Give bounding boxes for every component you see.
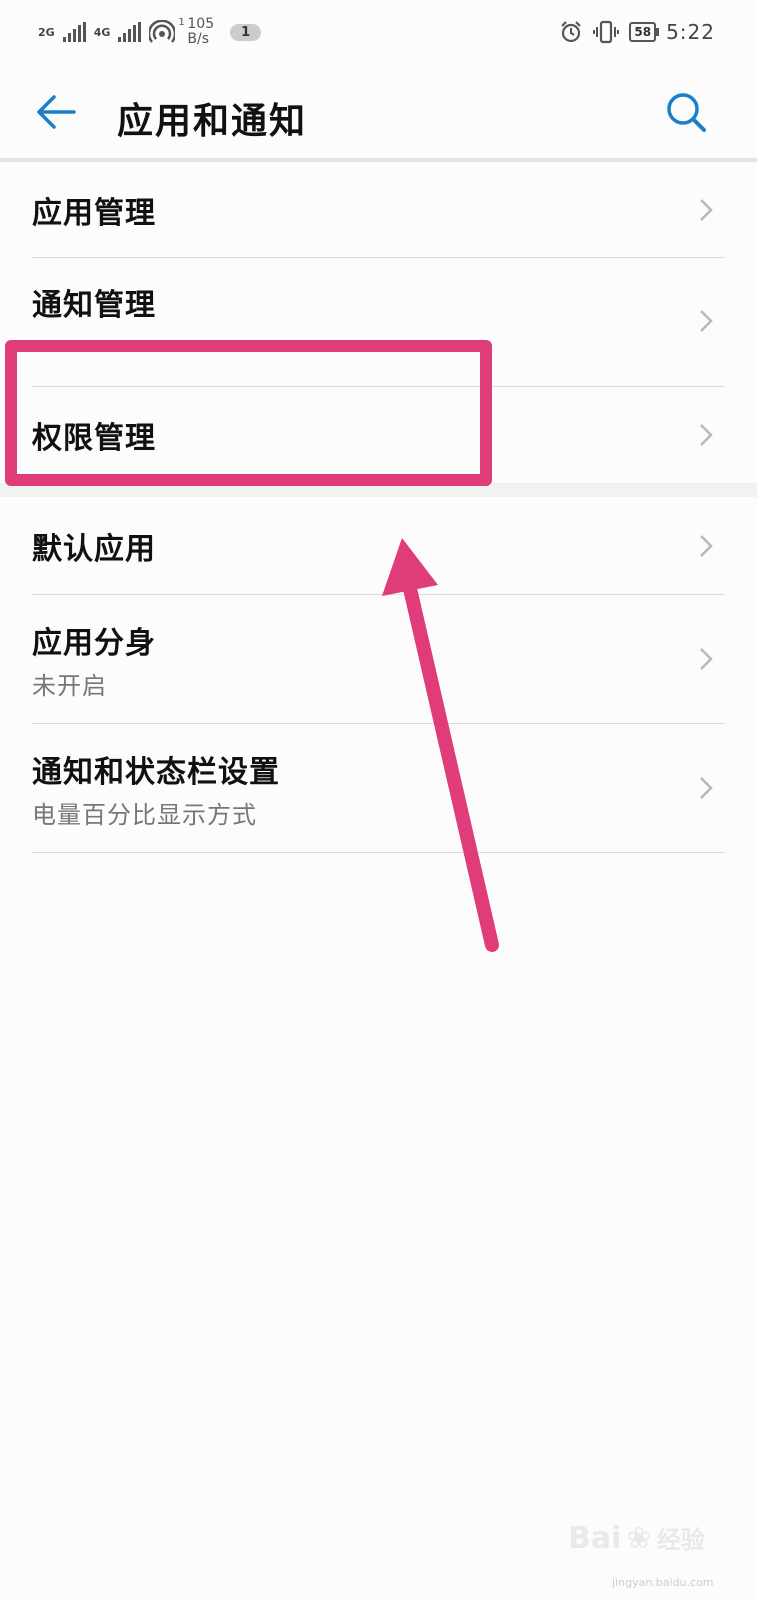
notification-badge: 1 <box>230 23 262 41</box>
page-title: 应用和通知 <box>117 101 308 142</box>
chevron-right-icon <box>700 310 713 332</box>
list-item-app-management[interactable]: 应用管理 <box>32 162 725 258</box>
item-text: 通知和状态栏设置 电量百分比显示方式 <box>32 747 280 830</box>
search-button[interactable] <box>664 90 708 134</box>
item-label: 默认应用 <box>32 531 156 567</box>
network-speed: 1 105 B/s <box>178 16 215 47</box>
item-label: 通知和状态栏设置 <box>32 754 280 790</box>
hotspot-icon <box>149 20 176 43</box>
status-bar-right: 58 5:22 <box>559 20 757 44</box>
chevron-right-icon <box>700 198 713 221</box>
item-label: 通知管理 <box>32 288 156 323</box>
battery-icon: 58 <box>629 22 659 42</box>
signal-strength-icon <box>62 22 86 42</box>
item-text: 应用管理 <box>32 188 156 232</box>
status-time: 5:22 <box>666 20 715 44</box>
item-text: 默认应用 <box>32 524 156 568</box>
speed-value: 105 <box>187 16 215 32</box>
back-arrow-icon <box>37 95 76 129</box>
settings-group-1: 应用管理 通知管理 权限管理 <box>0 162 757 483</box>
network-2g-label: 2G <box>38 25 55 39</box>
chevron-right-icon <box>700 424 713 446</box>
item-label: 权限管理 <box>32 421 156 456</box>
watermark-brand: Bai <box>568 1521 622 1556</box>
chevron-right-icon <box>700 648 713 670</box>
signal-strength-icon-2 <box>118 22 142 42</box>
item-label: 应用管理 <box>32 195 156 231</box>
status-bar-left: 2G 4G 1 105 B/s 1 <box>0 16 262 47</box>
list-item-permission-management[interactable]: 权限管理 <box>32 387 725 483</box>
watermark-brand-2: 经验 <box>656 1526 705 1554</box>
chevron-right-icon <box>700 777 713 799</box>
list-item-notification-management[interactable]: 通知管理 <box>32 258 725 387</box>
watermark-url: jingyan.baidu.com <box>612 1576 714 1589</box>
status-bar: 2G 4G 1 105 B/s 1 58 5:22 <box>0 0 757 64</box>
speed-superscript: 1 <box>178 17 185 28</box>
app-bar: 应用和通知 <box>0 64 757 158</box>
speed-unit: B/s <box>187 31 209 47</box>
item-text: 应用分身 未开启 <box>32 618 156 701</box>
paw-icon: ❀ <box>626 1521 652 1556</box>
group-separator <box>0 483 757 497</box>
baidu-watermark-logo: Bai ❀ 经验 <box>568 1520 718 1580</box>
item-label: 应用分身 <box>32 625 156 661</box>
settings-group-2: 默认应用 应用分身 未开启 通知和状态栏设置 电量百分比显示方式 <box>0 497 757 853</box>
item-subtitle: 电量百分比显示方式 <box>32 800 257 829</box>
vibrate-icon <box>593 20 620 44</box>
chevron-right-icon <box>700 534 713 557</box>
list-item-notification-statusbar-settings[interactable]: 通知和状态栏设置 电量百分比显示方式 <box>32 724 725 853</box>
list-item-app-twin[interactable]: 应用分身 未开启 <box>32 595 725 724</box>
item-text: 权限管理 <box>32 413 156 457</box>
back-button[interactable] <box>34 90 78 134</box>
alarm-icon <box>561 21 582 43</box>
search-icon <box>667 93 706 132</box>
settings-page: 2G 4G 1 105 B/s 1 58 5:22 应用和通知 应用管理 通知管… <box>0 0 757 1600</box>
network-4g-label: 4G <box>93 25 111 39</box>
item-text: 通知管理 <box>32 258 156 324</box>
settings-list: 应用管理 通知管理 权限管理 默认应用 应用分身 未开启 通知和状态栏设置 电量… <box>0 162 757 853</box>
list-item-default-apps[interactable]: 默认应用 <box>32 497 725 595</box>
item-subtitle: 未开启 <box>32 671 107 700</box>
